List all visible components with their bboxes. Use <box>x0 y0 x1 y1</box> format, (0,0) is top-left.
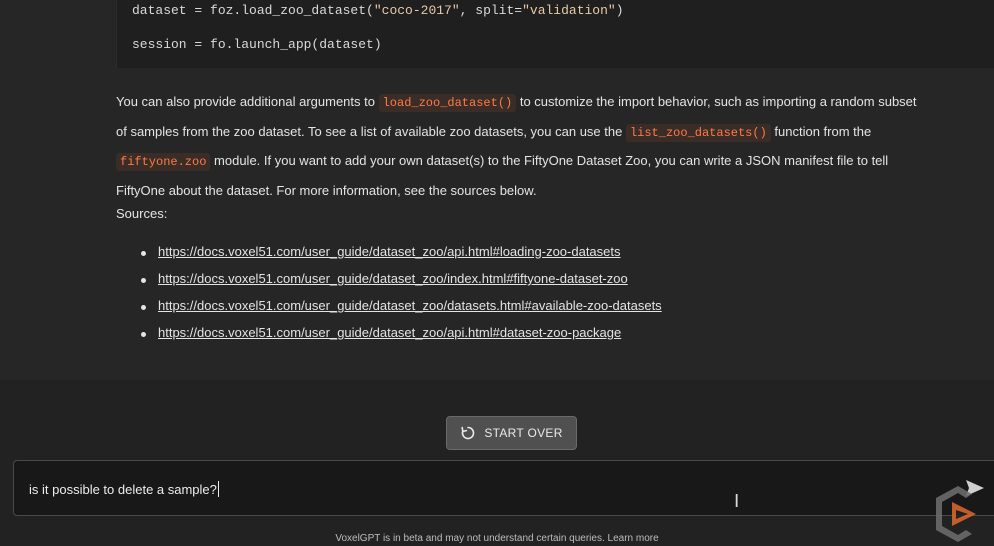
chat-input[interactable]: is it possible to delete a sample? <box>13 460 994 516</box>
footer-disclaimer: VoxelGPT is in beta and may not understa… <box>335 533 659 544</box>
sources-list: https://docs.voxel51.com/user_guide/data… <box>141 244 662 352</box>
reset-icon <box>461 426 475 440</box>
start-over-label: START OVER <box>484 426 563 440</box>
source-link[interactable]: https://docs.voxel51.com/user_guide/data… <box>158 244 621 259</box>
list-item: https://docs.voxel51.com/user_guide/data… <box>141 325 662 352</box>
list-item: https://docs.voxel51.com/user_guide/data… <box>141 271 662 298</box>
code-line-2: session = fo.launch_app(dataset) <box>132 37 382 52</box>
ibeam-cursor-icon: I <box>734 491 740 512</box>
text-caret <box>217 481 219 497</box>
chat-panel: dataset = foz.load_zoo_dataset("coco-201… <box>0 0 994 380</box>
assistant-message: You can also provide additional argument… <box>116 94 917 198</box>
code-line-1: dataset = foz.load_zoo_dataset("coco-201… <box>132 3 624 18</box>
source-link[interactable]: https://docs.voxel51.com/user_guide/data… <box>158 325 621 340</box>
code-block: dataset = foz.load_zoo_dataset("coco-201… <box>116 0 994 68</box>
sources-label: Sources: <box>116 206 168 221</box>
inline-code: fiftyone.zoo <box>116 153 211 171</box>
inline-code: list_zoo_datasets() <box>625 123 771 142</box>
source-link[interactable]: https://docs.voxel51.com/user_guide/data… <box>158 298 662 313</box>
list-item: https://docs.voxel51.com/user_guide/data… <box>141 298 662 325</box>
start-over-button[interactable]: START OVER <box>446 416 577 450</box>
inline-code: load_zoo_dataset() <box>378 94 517 112</box>
chat-input-text[interactable]: is it possible to delete a sample? <box>29 481 219 497</box>
source-link[interactable]: https://docs.voxel51.com/user_guide/data… <box>158 271 628 286</box>
list-item: https://docs.voxel51.com/user_guide/data… <box>141 244 662 271</box>
